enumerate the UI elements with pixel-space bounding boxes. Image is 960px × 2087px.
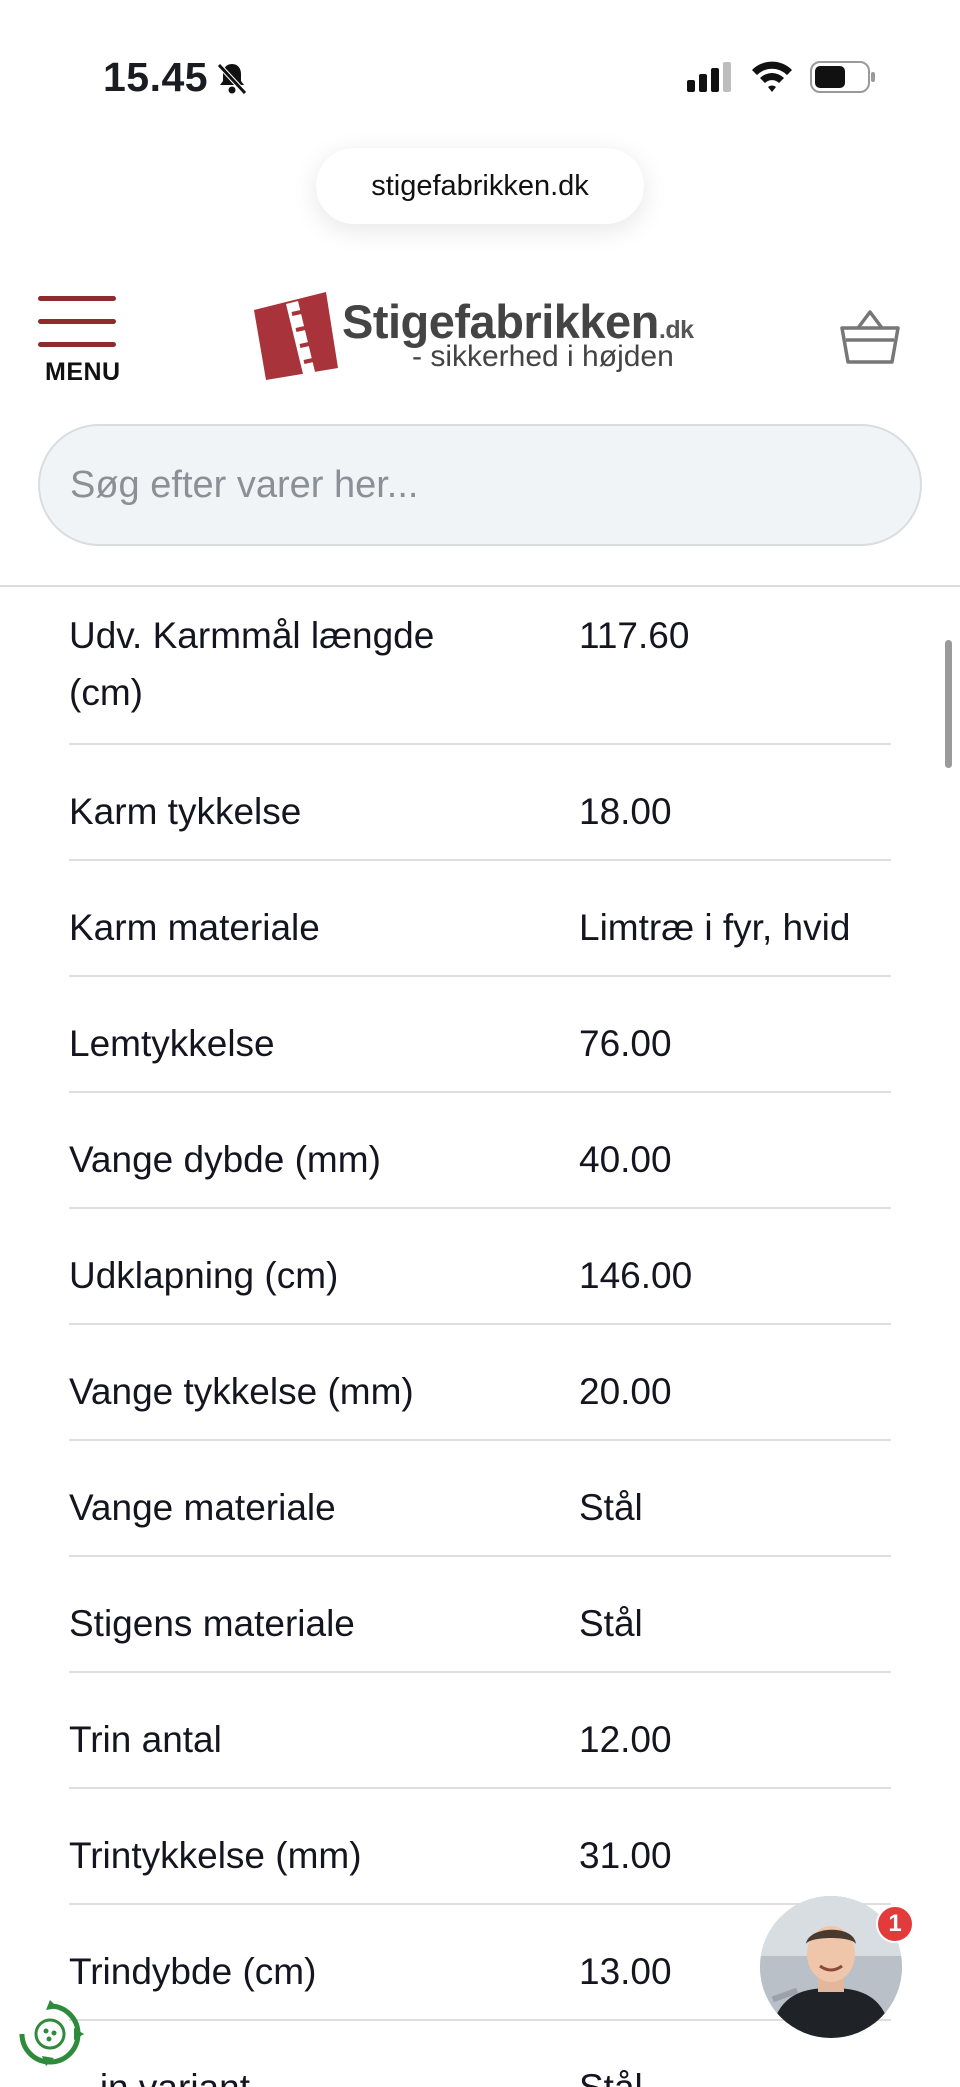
table-row: Stigens materiale Stål <box>69 1557 891 1673</box>
spec-label: Stigens materiale <box>69 1603 355 1644</box>
notification-badge: 1 <box>876 1905 914 1943</box>
menu-label: MENU <box>45 358 121 386</box>
spec-value: 146.00 <box>579 1255 693 1296</box>
spec-label: Vange tykkelse (mm) <box>69 1371 414 1412</box>
logo-tagline: - sikkerhed i højden <box>412 340 674 373</box>
spec-label: Lemtykkelse <box>69 1023 275 1064</box>
table-row: Udklapning (cm) 146.00 <box>69 1209 891 1325</box>
status-bar: 15.45 <box>0 0 960 150</box>
spec-label: Trintykkelse (mm) <box>69 1835 362 1876</box>
spec-label: ...in variant <box>69 2059 509 2087</box>
spec-label: Karm materiale <box>69 907 320 948</box>
table-row: Trintykkelse (mm) 31.00 <box>69 1789 891 1905</box>
spec-value: 12.00 <box>579 1719 672 1760</box>
spec-label: Udklapning (cm) <box>69 1255 339 1296</box>
hamburger-icon <box>38 296 116 365</box>
spec-value: 18.00 <box>579 791 672 832</box>
table-row: ...in variant Stål <box>69 2021 891 2087</box>
bell-slash-icon <box>217 63 247 95</box>
spec-value: Stål <box>579 2059 643 2087</box>
spec-label: Vange dybde (mm) <box>69 1139 381 1180</box>
table-row: Vange tykkelse (mm) 20.00 <box>69 1325 891 1441</box>
status-time: 15.45 <box>103 54 209 100</box>
table-row: Karm materiale Limtræ i fyr, hvid <box>69 861 891 977</box>
spec-table: Udv. Karmmål længde (cm) 117.60 Karm tyk… <box>69 587 891 2087</box>
basket-icon[interactable] <box>838 308 902 368</box>
ladder-logo-icon <box>254 292 338 380</box>
table-row: Karm tykkelse 18.00 <box>69 745 891 861</box>
spec-label: Trin antal <box>69 1719 222 1760</box>
table-row: Vange materiale Stål <box>69 1441 891 1557</box>
table-row: Trin antal 12.00 <box>69 1673 891 1789</box>
spec-label: Udv. Karmmål længde (cm) <box>69 615 435 713</box>
table-row: Vange dybde (mm) 40.00 <box>69 1093 891 1209</box>
spec-value: Stål <box>579 1603 643 1644</box>
search-input[interactable] <box>70 463 890 507</box>
battery-icon <box>810 61 875 93</box>
wifi-icon <box>752 61 792 92</box>
spec-value: 76.00 <box>579 1023 672 1064</box>
spec-value: 31.00 <box>579 1835 672 1876</box>
spec-label: Trindybde (cm) <box>69 1951 317 1992</box>
spec-label: Karm tykkelse <box>69 791 302 832</box>
table-row: Lemtykkelse 76.00 <box>69 977 891 1093</box>
table-row: Udv. Karmmål længde (cm) 117.60 <box>69 587 891 745</box>
recycle-leaf-icon[interactable] <box>16 2000 84 2068</box>
signal-icon <box>687 62 731 92</box>
spec-value: 117.60 <box>579 615 690 656</box>
scrollbar[interactable] <box>945 640 952 768</box>
spec-label: Vange materiale <box>69 1487 336 1528</box>
spec-value: 13.00 <box>579 1951 672 1992</box>
search-bar[interactable] <box>38 424 922 546</box>
menu-button[interactable]: MENU <box>36 292 126 388</box>
browser-url-bar[interactable]: stigefabrikken.dk <box>316 148 644 224</box>
spec-value: Limtræ i fyr, hvid <box>579 907 851 948</box>
site-logo[interactable]: Stigefabrikken.dk - sikkerhed i højden <box>246 288 694 388</box>
spec-value: 40.00 <box>579 1139 672 1180</box>
spec-value: 20.00 <box>579 1371 672 1412</box>
spec-value: Stål <box>579 1487 643 1528</box>
